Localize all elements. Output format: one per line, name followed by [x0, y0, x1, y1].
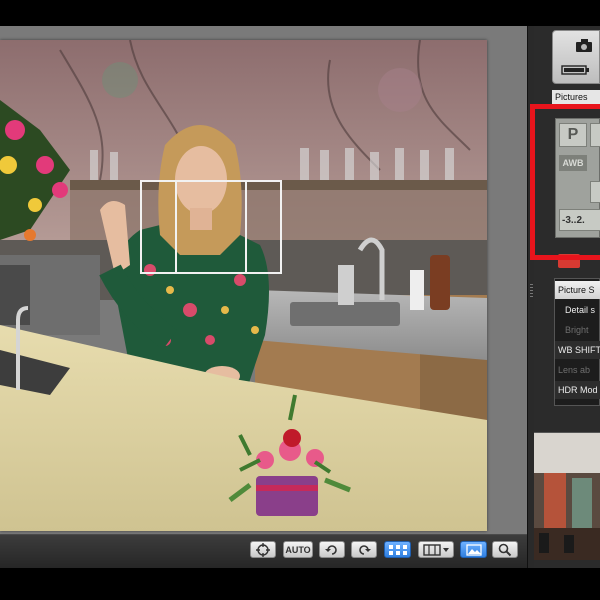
- rotate-right-button[interactable]: [351, 541, 377, 558]
- list-item[interactable]: WB SHIFT: [555, 341, 600, 359]
- viewer-toolbar: AUTO: [0, 534, 527, 568]
- divider-grip-icon[interactable]: [530, 284, 533, 298]
- target-icon: [256, 542, 270, 557]
- af-point-box-left[interactable]: [140, 180, 177, 274]
- preview-thumbnail[interactable]: [534, 432, 600, 560]
- af-point-box-right[interactable]: [245, 180, 282, 274]
- list-item: Bright: [565, 325, 589, 335]
- rotate-left-button[interactable]: [319, 541, 345, 558]
- top-bar: [0, 0, 600, 26]
- display-mode-button[interactable]: [418, 541, 454, 558]
- camera-icon: [576, 39, 592, 52]
- auto-icon: AUTO: [285, 544, 311, 555]
- camera-status-box: [552, 30, 600, 84]
- live-view-image[interactable]: [0, 40, 487, 531]
- rotate-left-icon: [325, 544, 337, 555]
- auto-button[interactable]: AUTO: [283, 541, 313, 558]
- list-item: Lens ab: [558, 365, 591, 375]
- thumbnail-image: [534, 433, 600, 560]
- bottom-bar: [0, 568, 600, 600]
- list-item[interactable]: HDR Mod: [555, 381, 600, 399]
- scene-illustration: [0, 40, 487, 531]
- af-grid-icon: [388, 544, 407, 555]
- af-point-box-center[interactable]: [175, 180, 247, 274]
- red-highlight-frame: [530, 104, 600, 260]
- list-item[interactable]: Picture S: [555, 281, 600, 299]
- image-icon: [465, 543, 482, 556]
- picture-settings-list: Picture S Detail s Bright WB SHIFT Lens …: [554, 278, 600, 406]
- display-mode-icon: [423, 543, 449, 556]
- live-view-area: [0, 26, 527, 534]
- zoom-icon: [498, 543, 512, 556]
- image-view-button[interactable]: [460, 541, 487, 558]
- af-grid-button[interactable]: [384, 541, 411, 558]
- battery-icon: [561, 65, 589, 75]
- rotate-right-icon: [359, 544, 371, 555]
- zoom-button[interactable]: [492, 541, 518, 558]
- target-button[interactable]: [250, 541, 276, 558]
- list-item[interactable]: Detail s: [555, 301, 600, 319]
- tab-pictures[interactable]: Pictures: [552, 90, 600, 105]
